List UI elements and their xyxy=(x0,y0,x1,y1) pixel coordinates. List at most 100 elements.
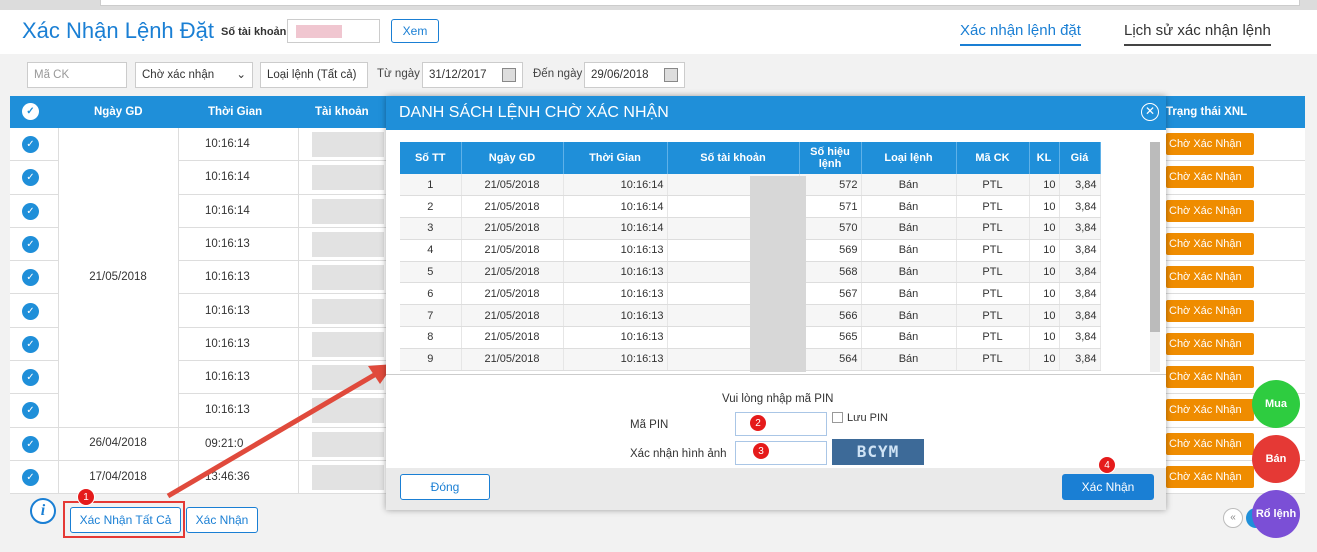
cell-kl: 10 xyxy=(1029,217,1060,240)
save-pin-checkbox[interactable] xyxy=(832,412,843,423)
cell-sym: PTL xyxy=(956,239,1030,262)
col-stt: Số TT xyxy=(400,142,462,174)
cell-type: Bán xyxy=(861,304,957,328)
col-account: Số tài khoản xyxy=(667,142,800,174)
cell-time: 10:16:14 xyxy=(563,217,668,240)
cell-id: 566 xyxy=(799,304,862,328)
cell-date: 21/05/2018 xyxy=(461,195,564,219)
cell-price: 3,84 xyxy=(1059,304,1101,328)
cell-kl: 10 xyxy=(1029,195,1060,219)
col-date: Ngày GD xyxy=(461,142,564,174)
step-marker-1: 1 xyxy=(77,488,95,506)
cell-stt: 3 xyxy=(400,217,462,240)
submit-confirm-button[interactable]: Xác Nhận xyxy=(1062,474,1154,500)
cell-sym: PTL xyxy=(956,195,1030,219)
cell-price: 3,84 xyxy=(1059,326,1101,349)
step-marker-4: 4 xyxy=(1098,456,1116,474)
pin-label: Mã PIN xyxy=(630,419,669,431)
cell-price: 3,84 xyxy=(1059,261,1101,284)
basket-button[interactable]: Rổ lệnh xyxy=(1252,490,1300,538)
cell-date: 21/05/2018 xyxy=(461,348,564,371)
col-volume: KL xyxy=(1029,142,1060,174)
cell-stt: 6 xyxy=(400,282,462,306)
cell-time: 10:16:14 xyxy=(563,174,668,197)
cell-id: 564 xyxy=(799,348,862,371)
cell-price: 3,84 xyxy=(1059,282,1101,306)
cell-sym: PTL xyxy=(956,174,1030,197)
cell-date: 21/05/2018 xyxy=(461,326,564,349)
col-time: Thời Gian xyxy=(563,142,668,174)
captcha-image: BCYM xyxy=(832,439,924,465)
cell-kl: 10 xyxy=(1029,261,1060,284)
col-order-type: Loại lệnh xyxy=(861,142,957,174)
cell-stt: 4 xyxy=(400,239,462,262)
cell-price: 3,84 xyxy=(1059,174,1101,197)
cell-sym: PTL xyxy=(956,282,1030,306)
cell-sym: PTL xyxy=(956,217,1030,240)
cell-type: Bán xyxy=(861,217,957,240)
cell-time: 10:16:13 xyxy=(563,282,668,306)
captcha-label: Xác nhận hình ảnh xyxy=(630,448,727,460)
captcha-input[interactable] xyxy=(735,441,827,465)
close-icon[interactable]: ✕ xyxy=(1141,103,1159,121)
cell-stt: 7 xyxy=(400,304,462,328)
account-blur xyxy=(750,176,806,372)
cell-time: 10:16:13 xyxy=(563,348,668,371)
cell-sym: PTL xyxy=(956,326,1030,349)
cell-stt: 9 xyxy=(400,348,462,371)
pin-section: Vui lòng nhập mã PIN Mã PIN Lưu PIN Xác … xyxy=(386,374,1166,468)
cell-time: 10:16:13 xyxy=(563,239,668,262)
col-symbol: Mã CK xyxy=(956,142,1030,174)
cell-id: 572 xyxy=(799,174,862,197)
step-marker-2: 2 xyxy=(749,414,767,432)
cell-stt: 2 xyxy=(400,195,462,219)
col-order-id: Số hiệu lệnh xyxy=(799,142,862,174)
cell-type: Bán xyxy=(861,282,957,306)
cell-sym: PTL xyxy=(956,304,1030,328)
cell-kl: 10 xyxy=(1029,304,1060,328)
cell-date: 21/05/2018 xyxy=(461,304,564,328)
cell-id: 570 xyxy=(799,217,862,240)
cell-time: 10:16:13 xyxy=(563,326,668,349)
save-pin-label: Lưu PIN xyxy=(847,412,888,424)
modal-footer: Đóng Xác Nhận xyxy=(386,468,1166,510)
cell-kl: 10 xyxy=(1029,282,1060,306)
cell-price: 3,84 xyxy=(1059,239,1101,262)
cell-id: 569 xyxy=(799,239,862,262)
cell-sym: PTL xyxy=(956,348,1030,371)
cell-id: 568 xyxy=(799,261,862,284)
cell-price: 3,84 xyxy=(1059,217,1101,240)
close-button[interactable]: Đóng xyxy=(400,474,490,500)
cell-date: 21/05/2018 xyxy=(461,174,564,197)
cell-time: 10:16:13 xyxy=(563,304,668,328)
cell-date: 21/05/2018 xyxy=(461,239,564,262)
buy-button[interactable]: Mua xyxy=(1252,380,1300,428)
cell-type: Bán xyxy=(861,239,957,262)
pending-orders-modal: DANH SÁCH LỆNH CHỜ XÁC NHẬN ✕ Số TT Ngày… xyxy=(386,96,1166,510)
cell-id: 565 xyxy=(799,326,862,349)
cell-price: 3,84 xyxy=(1059,348,1101,371)
cell-kl: 10 xyxy=(1029,174,1060,197)
pin-note: Vui lòng nhập mã PIN xyxy=(722,393,834,405)
cell-stt: 5 xyxy=(400,261,462,284)
cell-time: 10:16:14 xyxy=(563,195,668,219)
cell-type: Bán xyxy=(861,195,957,219)
cell-date: 21/05/2018 xyxy=(461,282,564,306)
cell-stt: 1 xyxy=(400,174,462,197)
cell-type: Bán xyxy=(861,261,957,284)
cell-date: 21/05/2018 xyxy=(461,217,564,240)
col-price: Giá xyxy=(1059,142,1101,174)
cell-kl: 10 xyxy=(1029,326,1060,349)
cell-id: 571 xyxy=(799,195,862,219)
sell-button[interactable]: Bán xyxy=(1252,435,1300,483)
step-marker-3: 3 xyxy=(752,442,770,460)
cell-sym: PTL xyxy=(956,261,1030,284)
cell-date: 21/05/2018 xyxy=(461,261,564,284)
modal-title: DANH SÁCH LỆNH CHỜ XÁC NHẬN xyxy=(386,96,1166,130)
cell-kl: 10 xyxy=(1029,348,1060,371)
modal-scrollbar[interactable] xyxy=(1150,142,1160,372)
cell-type: Bán xyxy=(861,348,957,371)
cell-id: 567 xyxy=(799,282,862,306)
cell-time: 10:16:13 xyxy=(563,261,668,284)
cell-type: Bán xyxy=(861,326,957,349)
